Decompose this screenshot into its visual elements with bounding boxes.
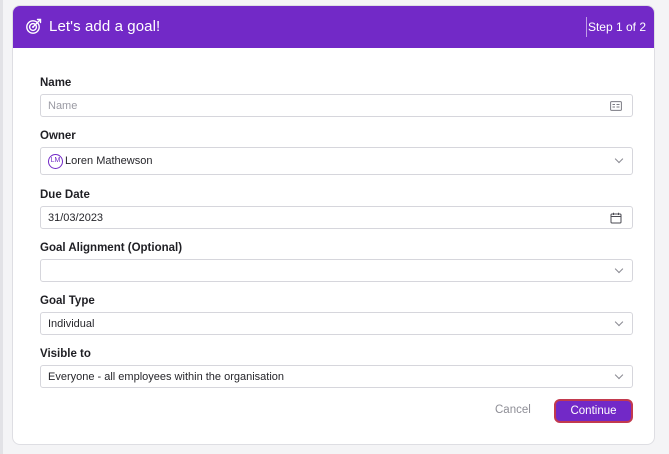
goal-type-value: Individual — [48, 318, 95, 330]
chevron-down-icon — [614, 317, 624, 326]
modal-title: Let's add a goal! — [49, 18, 161, 35]
header-divider — [586, 17, 587, 37]
modal-header: Let's add a goal! Step 1 of 2 — [13, 6, 654, 48]
due-date-field[interactable]: 31/03/2023 — [40, 206, 633, 229]
owner-select[interactable]: LM Loren Mathewson — [40, 147, 633, 175]
target-icon — [26, 18, 42, 34]
name-label: Name — [40, 77, 72, 89]
due-date-label: Due Date — [40, 189, 90, 201]
add-goal-modal: Let's add a goal! Step 1 of 2 Name Owner… — [12, 5, 655, 445]
name-field[interactable] — [40, 94, 633, 117]
id-card-icon — [610, 100, 622, 111]
owner-value: Loren Mathewson — [65, 155, 153, 167]
chevron-down-icon — [614, 370, 624, 379]
calendar-icon[interactable] — [610, 212, 622, 224]
name-input[interactable] — [41, 95, 632, 116]
background-panel-edge — [0, 0, 3, 454]
continue-button[interactable]: Continue — [554, 399, 633, 423]
due-date-value: 31/03/2023 — [48, 212, 104, 224]
visible-to-label: Visible to — [40, 348, 91, 360]
owner-avatar: LM — [48, 154, 63, 169]
chevron-down-icon — [614, 264, 624, 273]
goal-alignment-select[interactable] — [40, 259, 633, 282]
visible-to-value: Everyone - all employees within the orga… — [48, 371, 285, 383]
cancel-button[interactable]: Cancel — [495, 404, 531, 416]
goal-type-label: Goal Type — [40, 295, 95, 307]
goal-type-select[interactable]: Individual — [40, 312, 633, 335]
owner-label: Owner — [40, 130, 76, 142]
step-indicator: Step 1 of 2 — [587, 20, 646, 34]
goal-alignment-label: Goal Alignment (Optional) — [40, 242, 183, 254]
chevron-down-icon — [614, 154, 624, 164]
visible-to-select[interactable]: Everyone - all employees within the orga… — [40, 365, 633, 388]
